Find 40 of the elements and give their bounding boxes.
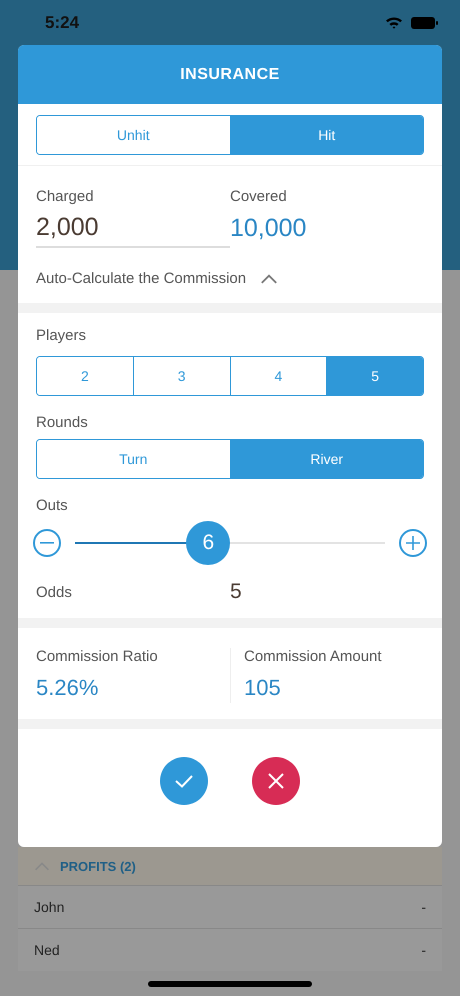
auto-calculate-toggle[interactable]: Auto-Calculate the Commission [36, 270, 278, 287]
outs-label: Outs [36, 497, 69, 514]
players-segment[interactable]: 5 [326, 357, 423, 395]
cancel-button[interactable] [252, 757, 300, 805]
dialog-title: INSURANCE [18, 45, 442, 104]
slider-thumb[interactable]: 6 [186, 521, 230, 565]
status-time: 5:24 [45, 12, 80, 32]
charged-field[interactable]: 2,000 [36, 213, 230, 248]
plus-button[interactable] [399, 529, 427, 557]
close-icon [268, 773, 284, 789]
profit-value: - [421, 942, 426, 958]
profits-header[interactable]: PROFITS (2) [18, 847, 442, 885]
commission-amount-value: 105 [244, 674, 282, 702]
odds-label: Odds [36, 584, 73, 600]
chevron-icon [260, 273, 278, 284]
outs-slider[interactable]: 6 [75, 521, 385, 565]
rounds-segment[interactable]: River [230, 440, 423, 478]
minus-icon [40, 542, 54, 544]
check-icon [175, 774, 193, 788]
minus-button[interactable] [33, 529, 61, 557]
commission-amount-label: Commission Amount [244, 648, 383, 665]
commission-ratio-label: Commission Ratio [36, 648, 159, 665]
covered-value: 10,000 [230, 213, 308, 243]
players-label: Players [36, 327, 88, 344]
profit-value: - [421, 899, 426, 915]
covered-label: Covered [230, 188, 288, 205]
profits-title: PROFITS (2) [60, 858, 136, 874]
profit-row[interactable]: Ned - [18, 928, 442, 971]
charged-label: Charged [36, 188, 95, 205]
plus-icon [406, 536, 420, 550]
profit-row[interactable]: John - [18, 885, 442, 928]
battery-icon [411, 16, 438, 28]
hit-segment[interactable]: Hit [230, 116, 423, 154]
wifi-icon [385, 16, 403, 29]
player-name: Ned [34, 942, 60, 958]
commission-ratio-value: 5.26% [36, 674, 100, 702]
player-name: John [34, 899, 64, 915]
confirm-button[interactable] [160, 757, 208, 805]
rounds-label: Rounds [36, 414, 89, 431]
odds-value: 5 [230, 580, 243, 604]
